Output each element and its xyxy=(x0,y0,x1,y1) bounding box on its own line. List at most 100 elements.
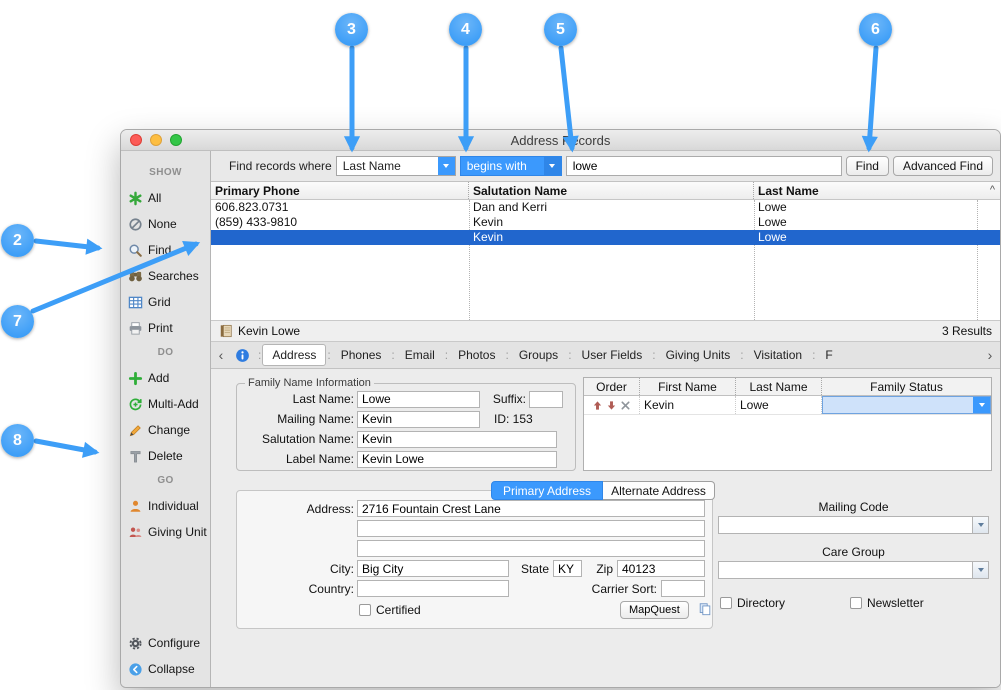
carrier-sort-field[interactable] xyxy=(661,580,705,597)
tab-partial[interactable]: F xyxy=(816,345,841,365)
newsletter-checkbox[interactable] xyxy=(850,597,862,609)
find-field-dropdown[interactable]: Last Name xyxy=(336,156,456,176)
sidebar-item-all-label: All xyxy=(148,191,161,205)
sidebar-item-configure[interactable]: Configure xyxy=(121,630,210,656)
chevron-down-icon xyxy=(973,397,990,413)
zoom-window-button[interactable] xyxy=(170,134,182,146)
tab-alternate-address[interactable]: Alternate Address xyxy=(603,481,715,500)
tab-photos[interactable]: Photos xyxy=(449,345,504,365)
find-operator-value: begins with xyxy=(461,159,544,173)
country-field[interactable] xyxy=(357,580,509,597)
sidebar-item-print[interactable]: Print xyxy=(121,315,210,341)
address-book-icon xyxy=(219,324,233,338)
app-window: Address Records SHOW All None Find Searc… xyxy=(120,129,1001,688)
cell-last-name: Lowe xyxy=(754,215,1000,230)
tab-phones[interactable]: Phones xyxy=(332,345,391,365)
tab-email[interactable]: Email xyxy=(396,345,444,365)
column-header-last-name[interactable]: Last Name xyxy=(754,182,1000,199)
collapse-chevron-icon xyxy=(127,662,143,677)
table-row-selected[interactable]: Kevin Lowe xyxy=(211,230,1000,245)
family-icon xyxy=(127,525,143,540)
address-line3-field[interactable] xyxy=(357,540,705,557)
primary-address-panel: Address: City: State Zip Country: Carrie… xyxy=(236,490,713,629)
advanced-find-button[interactable]: Advanced Find xyxy=(893,156,993,176)
find-operator-dropdown[interactable]: begins with xyxy=(460,156,562,176)
mailing-name-label: Mailing Name: xyxy=(239,412,354,426)
info-icon xyxy=(235,348,250,363)
sort-indicator[interactable]: ^ xyxy=(990,184,995,196)
sidebar-item-searches[interactable]: Searches xyxy=(121,263,210,289)
last-name-field[interactable] xyxy=(357,391,480,408)
tab-visitation[interactable]: Visitation xyxy=(745,345,811,365)
grid-icon xyxy=(127,295,143,310)
window-body: SHOW All None Find Searches Grid xyxy=(121,151,1000,687)
member-row[interactable]: Kevin Lowe xyxy=(584,396,991,415)
column-header-salutation-name[interactable]: Salutation Name xyxy=(469,182,754,199)
directory-checkbox[interactable] xyxy=(720,597,732,609)
sidebar-item-change[interactable]: Change xyxy=(121,417,210,443)
minimize-window-button[interactable] xyxy=(150,134,162,146)
sidebar-item-multi-add-label: Multi-Add xyxy=(148,397,199,411)
tab-primary-address[interactable]: Primary Address xyxy=(491,481,603,500)
care-group-dropdown[interactable] xyxy=(718,561,989,579)
certified-checkbox[interactable] xyxy=(359,604,371,616)
newsletter-label: Newsletter xyxy=(867,596,924,610)
detail-tabbar: ‹ : Address : Phones : Email : Photos : … xyxy=(211,342,1000,369)
find-button[interactable]: Find xyxy=(846,156,889,176)
label-name-field[interactable] xyxy=(357,451,557,468)
address-tab-group: Primary Address Alternate Address xyxy=(491,481,715,500)
sidebar-section-go: GO xyxy=(121,469,210,493)
address-line2-field[interactable] xyxy=(357,520,705,537)
sidebar-item-find[interactable]: Find xyxy=(121,237,210,263)
member-status-cell xyxy=(822,396,991,414)
sidebar-item-collapse-label: Collapse xyxy=(148,662,195,676)
form-row: Last Name: Suffix: xyxy=(237,389,575,409)
table-row[interactable]: 606.823.0731 Dan and Kerri Lowe xyxy=(211,200,1000,215)
mailing-code-dropdown[interactable] xyxy=(718,516,989,534)
sidebar-item-add[interactable]: Add xyxy=(121,365,210,391)
sidebar-item-giving-unit[interactable]: Giving Unit xyxy=(121,519,210,545)
state-field[interactable] xyxy=(553,560,582,577)
tab-user-fields[interactable]: User Fields xyxy=(573,345,652,365)
remove-member-icon[interactable] xyxy=(620,400,631,411)
sidebar-item-collapse[interactable]: Collapse xyxy=(121,656,210,682)
suffix-label: Suffix: xyxy=(480,392,526,406)
cell-primary-phone: (859) 433-9810 xyxy=(211,215,469,230)
results-header: Primary Phone Salutation Name Last Name … xyxy=(211,182,1000,200)
address-line1-field[interactable] xyxy=(357,500,705,517)
sidebar-item-multi-add[interactable]: Multi-Add xyxy=(121,391,210,417)
tabs-scroll-right-button[interactable]: › xyxy=(983,345,997,366)
move-down-icon[interactable] xyxy=(606,400,617,411)
salutation-name-field[interactable] xyxy=(357,431,557,448)
search-input[interactable] xyxy=(566,156,842,176)
window-titlebar: Address Records xyxy=(121,130,1000,151)
sidebar-item-none[interactable]: None xyxy=(121,211,210,237)
tab-giving-units[interactable]: Giving Units xyxy=(657,345,740,365)
tab-groups[interactable]: Groups xyxy=(510,345,567,365)
tab-info[interactable] xyxy=(228,346,257,365)
close-window-button[interactable] xyxy=(130,134,142,146)
state-label: State xyxy=(513,562,549,576)
sidebar-item-all[interactable]: All xyxy=(121,185,210,211)
traffic-lights xyxy=(130,130,182,150)
mapquest-button[interactable]: MapQuest xyxy=(620,601,689,619)
country-label: Country: xyxy=(237,582,354,596)
table-row[interactable]: (859) 433-9810 Kevin Lowe xyxy=(211,215,1000,230)
sidebar-item-grid[interactable]: Grid xyxy=(121,289,210,315)
city-field[interactable] xyxy=(357,560,509,577)
suffix-field[interactable] xyxy=(529,391,563,408)
zip-field[interactable] xyxy=(617,560,705,577)
sidebar-item-individual[interactable]: Individual xyxy=(121,493,210,519)
move-up-icon[interactable] xyxy=(592,400,603,411)
chevron-down-icon xyxy=(972,517,988,533)
last-name-label: Last Name: xyxy=(239,392,354,406)
family-status-dropdown[interactable] xyxy=(822,396,991,414)
copy-icon[interactable] xyxy=(698,602,712,616)
mailing-name-field[interactable] xyxy=(357,411,480,428)
sidebar-item-delete[interactable]: Delete xyxy=(121,443,210,469)
tabs-scroll-left-button[interactable]: ‹ xyxy=(214,345,228,366)
person-icon xyxy=(127,499,143,514)
tab-address[interactable]: Address xyxy=(262,344,326,366)
column-header-primary-phone[interactable]: Primary Phone xyxy=(211,182,469,199)
magnifier-icon xyxy=(127,243,143,258)
